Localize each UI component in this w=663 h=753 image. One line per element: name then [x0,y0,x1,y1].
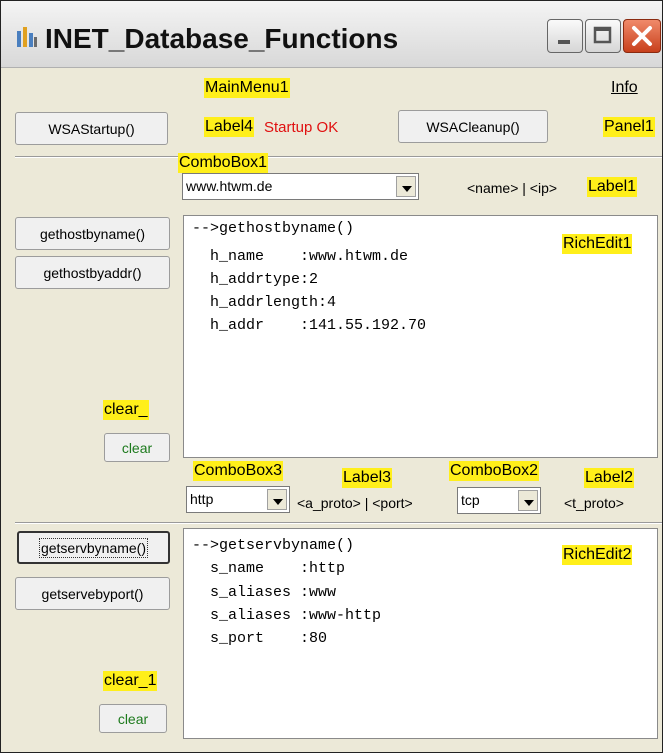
wsacleanup-button[interactable]: WSACleanup() [398,110,548,143]
serv-output-line: s_aliases :www-http [192,607,382,624]
combobox2-component-label: ComboBox2 [449,461,540,481]
t-proto-combobox-value: tcp [461,492,480,508]
label2-component-label: Label2 [584,468,635,488]
close-icon [632,26,652,46]
name-ip-hint: <name> | <ip> [467,180,558,196]
minimize-button[interactable] [547,19,583,53]
window-title: INET_Database_Functions [45,23,399,54]
separator [15,522,662,524]
maximize-icon [593,26,612,44]
info-menu[interactable]: Info [611,79,638,97]
host-combobox[interactable]: www.htwm.de [182,173,419,200]
richedit1-component-label: RichEdit1 [562,234,633,254]
maximize-button[interactable] [585,19,621,53]
host-output-line: h_addr :141.55.192.70 [192,317,427,334]
panel1-component-label: Panel1 [603,117,655,137]
combobox1-component-label: ComboBox1 [178,153,269,173]
separator [15,156,662,158]
serv-output-richedit[interactable]: RichEdit2 -->getservbyname() s_name :htt… [183,528,658,739]
chevron-down-icon[interactable] [396,176,416,197]
gethostbyaddr-button[interactable]: gethostbyaddr() [15,256,170,289]
close-button[interactable] [623,19,661,53]
clear-serv-button[interactable]: clear [99,704,167,733]
clear1-component-label: clear_1 [103,671,158,691]
label1-component-label: Label1 [587,177,638,197]
host-output-richedit[interactable]: RichEdit1 -->gethostbyname() h_name :www… [183,215,658,458]
a-proto-combobox-value: http [190,491,214,507]
a-proto-combobox[interactable]: http [186,486,290,513]
minimize-icon [558,40,570,44]
clear-host-button[interactable]: clear [104,433,170,462]
gethostbyname-button[interactable]: gethostbyname() [15,217,170,250]
host-output-line: h_addrtype:2 [192,271,319,288]
label3-component-label: Label3 [342,468,393,488]
t-proto-combobox[interactable]: tcp [457,487,541,514]
serv-output-line: s_aliases :www [192,584,337,601]
serv-output-line: -->getservbyname() [192,537,355,554]
host-combobox-value: www.htwm.de [186,178,273,194]
startup-status: Startup OK [264,119,339,136]
database-app-icon [17,27,37,47]
chevron-down-icon[interactable] [267,489,287,510]
serv-output-line: s_port :80 [192,630,328,647]
host-output-line: h_addrlength:4 [192,294,337,311]
a-proto-port-hint: <a_proto> | <port> [297,495,413,511]
menu-bar: MainMenu1 Info [1,68,662,106]
serv-output-line: s_name :http [192,560,346,577]
combobox3-component-label: ComboBox3 [193,461,284,481]
richedit2-component-label: RichEdit2 [562,545,633,565]
main-menu-component-label: MainMenu1 [204,78,290,98]
host-output-line: h_name :www.htwm.de [192,248,409,265]
app-window: INET_Database_Functions MainMenu1 Info W… [0,0,663,753]
getservbyport-button[interactable]: getservebyport() [15,577,170,610]
title-bar[interactable]: INET_Database_Functions [1,1,662,68]
getservbyname-button[interactable]: getservbyname() [17,531,170,564]
chevron-down-icon[interactable] [518,490,538,511]
host-output-line: -->gethostbyname() [192,220,355,237]
label4-component-label: Label4 [204,117,255,137]
t-proto-hint: <t_proto> [564,495,624,511]
clear-component-label: clear_ [103,400,149,420]
wsastartup-button[interactable]: WSAStartup() [15,112,168,145]
